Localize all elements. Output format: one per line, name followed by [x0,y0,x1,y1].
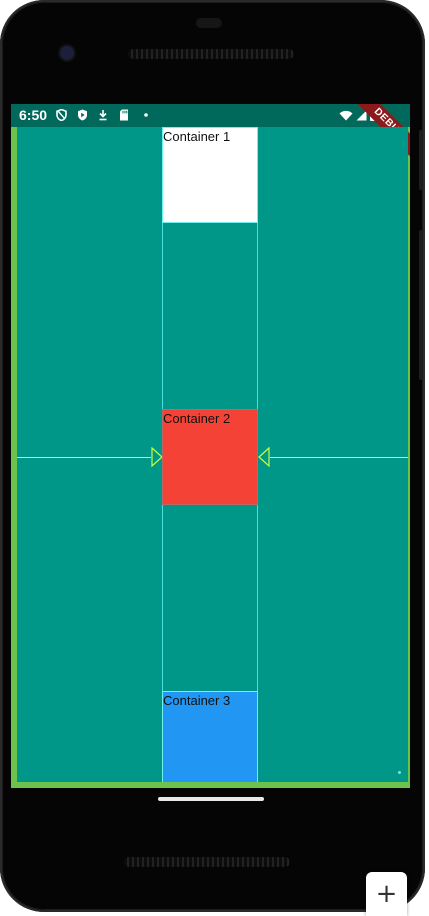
dot-icon [140,109,152,121]
container-3-label: Container 3 [163,693,231,708]
baseline-right-line [270,457,408,458]
shield-icon [55,109,67,121]
bottom-speaker-grille [124,857,290,867]
home-gesture-bar[interactable] [158,797,264,801]
wifi-icon [339,109,353,121]
sd-card-icon [118,109,130,121]
proximity-sensor [196,18,222,28]
plus-icon: + [375,879,398,909]
add-button[interactable]: + [366,872,407,916]
arrow-left-icon [258,447,270,467]
app-body: Container 1 Container 2 Container 3 [17,127,408,782]
corner-indicator [398,771,401,774]
phone-frame: 6:50 DEBUG Container 1 Container 2 Conta… [0,0,425,912]
container-2-label: Container 2 [163,411,231,426]
power-button[interactable] [419,130,423,190]
container-1: Container 1 [162,127,258,223]
status-time: 6:50 [19,107,48,123]
status-bar: 6:50 DEBUG [11,104,410,161]
baseline-left-line [17,457,151,458]
container-1-label: Container 1 [163,129,231,144]
top-speaker-grille [128,49,294,59]
container-2: Container 2 [162,409,258,505]
container-3: Container 3 [162,691,258,782]
play-protect-icon [76,109,88,121]
device-screen: 6:50 DEBUG Container 1 Container 2 Conta… [11,104,410,788]
download-icon [97,109,109,121]
front-camera-icon [60,46,74,60]
volume-button[interactable] [419,230,423,380]
